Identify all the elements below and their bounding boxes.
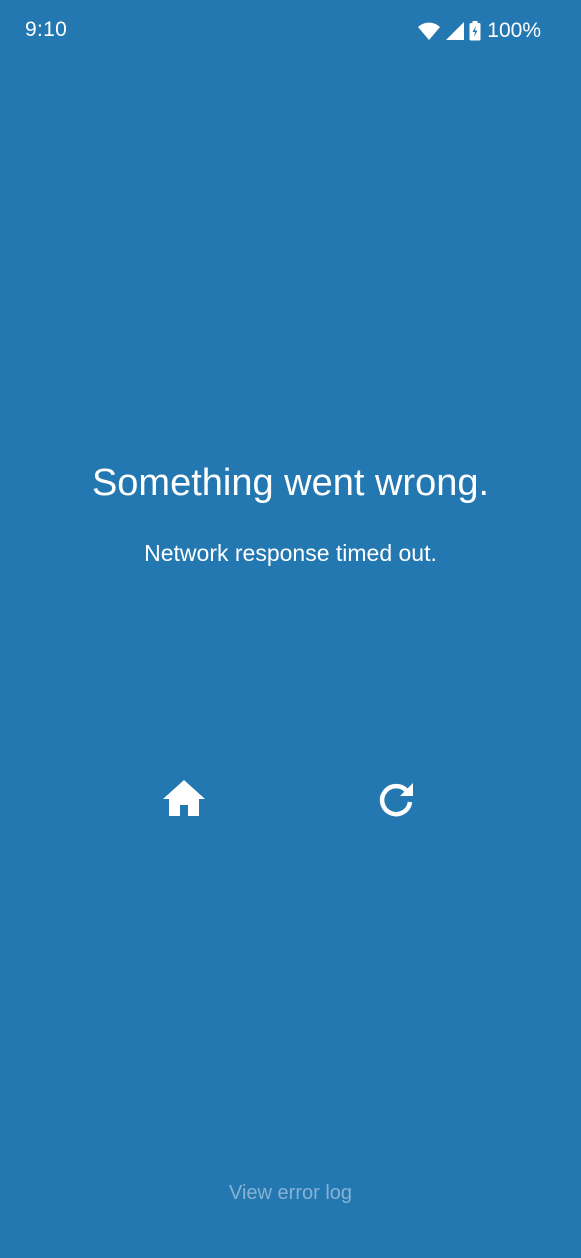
home-button[interactable] [156,770,212,826]
battery-percentage: 100% [487,19,541,42]
refresh-icon [379,783,413,817]
view-error-log-link[interactable]: View error log [0,1182,581,1205]
status-bar: 9:10 100% [0,0,581,62]
battery-charging-icon [469,21,481,41]
wifi-icon [418,22,441,40]
status-time: 9:10 [25,18,68,41]
error-title: Something went wrong. [91,462,490,504]
refresh-button[interactable] [368,770,424,826]
status-icons: 100% [417,19,541,43]
home-icon [163,780,205,816]
cellular-signal-icon [446,22,465,40]
error-message: Network response timed out. [144,540,437,566]
